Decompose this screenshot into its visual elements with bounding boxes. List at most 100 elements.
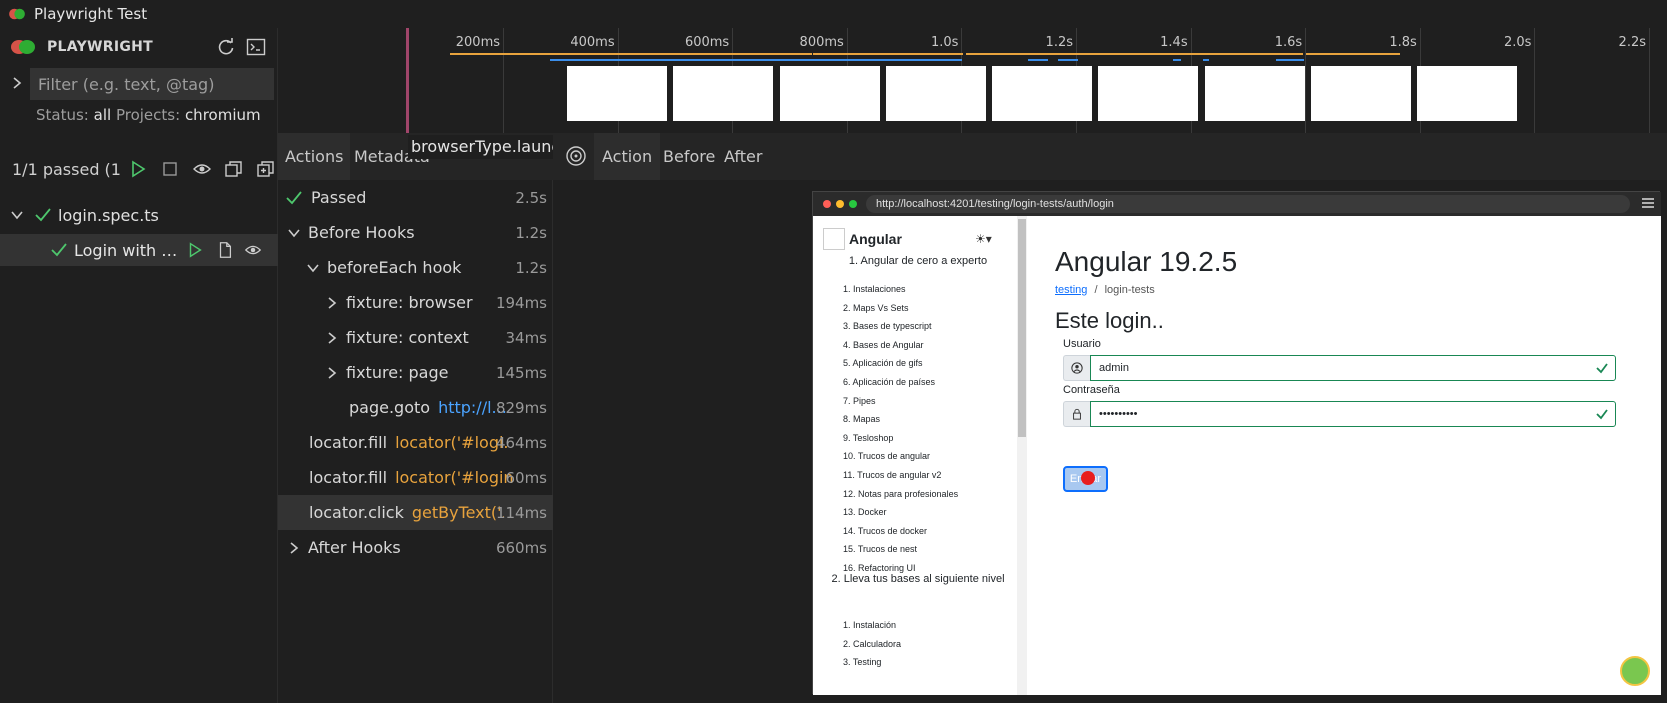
reload-icon[interactable] bbox=[216, 37, 236, 57]
theme-toggle[interactable]: ☀▾ bbox=[975, 232, 992, 246]
sidebar-section[interactable]: 2. Lleva tus bases al siguiente nivel bbox=[828, 572, 1008, 587]
timeline-tick bbox=[1534, 28, 1536, 133]
sidebar-nav-item[interactable]: 1. Instalación bbox=[843, 620, 896, 630]
sidebar-nav-item[interactable]: 8. Mapas bbox=[843, 414, 880, 424]
timeline-tick-label: 1.8s bbox=[1389, 35, 1417, 50]
watch-icon[interactable] bbox=[192, 159, 212, 179]
sidebar-nav-item[interactable]: 6. Aplicación de países bbox=[843, 377, 935, 387]
sidebar-nav-item[interactable]: 2. Maps Vs Sets bbox=[843, 303, 909, 313]
timeline-screenshot[interactable] bbox=[886, 66, 986, 121]
brand-image bbox=[823, 228, 845, 250]
chevron-down-icon[interactable] bbox=[287, 226, 301, 240]
tab-action[interactable]: Action bbox=[594, 133, 661, 180]
sidebar-nav-item[interactable]: 11. Trucos de angular v2 bbox=[843, 470, 941, 480]
sidebar-nav-item[interactable]: 2. Calculadora bbox=[843, 639, 901, 649]
timeline-screenshot[interactable] bbox=[992, 66, 1092, 121]
sidebar-nav-item[interactable]: 14. Trucos de docker bbox=[843, 526, 927, 536]
sidebar-nav-item[interactable]: 7. Pipes bbox=[843, 396, 876, 406]
stop-icon[interactable] bbox=[160, 159, 180, 179]
sidebar-nav-item[interactable]: 12. Notas para profesionales bbox=[843, 489, 958, 499]
filter-input[interactable] bbox=[30, 68, 274, 100]
action-row-click[interactable]: locator.click getByText('... 114ms bbox=[278, 495, 553, 530]
timeline-tick-label: 200ms bbox=[455, 35, 500, 50]
chevron-right-icon[interactable] bbox=[10, 76, 24, 90]
breadcrumb-link[interactable]: testing bbox=[1055, 284, 1087, 296]
action-row-passed[interactable]: Passed 2.5s bbox=[278, 180, 553, 215]
action-row-before-hooks[interactable]: Before Hooks 1.2s bbox=[278, 215, 553, 250]
tab-after[interactable]: After bbox=[716, 133, 770, 180]
test-file-item[interactable]: login.spec.ts bbox=[0, 200, 278, 230]
collapse-all-icon[interactable] bbox=[224, 159, 244, 179]
username-value: admin bbox=[1099, 362, 1129, 374]
timeline-screenshot[interactable] bbox=[1205, 66, 1305, 121]
test-case-label: Login with cr... bbox=[74, 240, 178, 260]
valid-check-icon bbox=[1596, 409, 1608, 420]
status-filter-summary[interactable]: Status: all Projects: chromium bbox=[36, 106, 261, 124]
chevron-down-icon[interactable] bbox=[306, 261, 320, 275]
action-duration: 660ms bbox=[495, 538, 547, 557]
tab-actions[interactable]: Actions bbox=[278, 133, 351, 180]
sidebar-scroll-thumb[interactable] bbox=[1018, 219, 1026, 437]
timeline-tick-label: 800ms bbox=[799, 35, 844, 50]
breadcrumb-separator: / bbox=[1094, 284, 1098, 296]
open-source-icon[interactable] bbox=[216, 241, 234, 259]
sidebar-nav-item[interactable]: 9. Tesloshop bbox=[843, 433, 893, 443]
breadcrumb-current: login-tests bbox=[1104, 284, 1155, 296]
action-row-fixture-browser[interactable]: fixture: browser 194ms bbox=[278, 285, 553, 320]
action-row-fixture-context[interactable]: fixture: context 34ms bbox=[278, 320, 553, 355]
action-row-after-hooks[interactable]: After Hooks 660ms bbox=[278, 530, 553, 565]
watch-test-icon[interactable] bbox=[244, 241, 262, 259]
chevron-right-icon[interactable] bbox=[325, 366, 339, 380]
brand-label: PLAYWRIGHT bbox=[47, 39, 154, 55]
minimize-dot bbox=[836, 200, 844, 208]
timeline-bar bbox=[813, 53, 963, 55]
sidebar-nav-item[interactable]: 10. Trucos de angular bbox=[843, 451, 930, 461]
action-row-fill-2[interactable]: locator.fill locator('#login... 60ms bbox=[278, 460, 553, 495]
sidebar-nav-item[interactable]: 3. Bases de typescript bbox=[843, 321, 932, 331]
menu-icon[interactable] bbox=[1641, 196, 1655, 210]
sidebar-nav-item[interactable]: 13. Docker bbox=[843, 507, 887, 517]
sidebar-section[interactable]: 1. Angular de cero a experto bbox=[823, 254, 1013, 269]
pick-locator-icon[interactable] bbox=[565, 145, 587, 167]
action-duration: 829ms bbox=[495, 398, 547, 417]
timeline-screenshot[interactable] bbox=[1417, 66, 1517, 121]
test-case-item[interactable]: Login with cr... bbox=[0, 234, 278, 266]
timeline-screenshot[interactable] bbox=[780, 66, 880, 121]
address-bar[interactable]: http://localhost:4201/testing/login-test… bbox=[866, 195, 1630, 213]
action-name: fixture: browser bbox=[346, 293, 473, 312]
sidebar-nav-item[interactable]: 1. Instalaciones bbox=[843, 284, 906, 294]
action-duration: 194ms bbox=[495, 293, 547, 312]
timeline-screenshot[interactable] bbox=[1098, 66, 1198, 121]
extension-avatar-icon[interactable] bbox=[1620, 656, 1650, 686]
chevron-right-icon[interactable] bbox=[325, 296, 339, 310]
sidebar-nav-item[interactable]: 15. Trucos de nest bbox=[843, 544, 917, 554]
sidebar-nav-item[interactable]: 3. Testing bbox=[843, 657, 881, 667]
action-row-before-each[interactable]: beforeEach hook 1.2s bbox=[278, 250, 553, 285]
terminal-icon[interactable] bbox=[246, 37, 266, 57]
username-input[interactable]: admin bbox=[1090, 355, 1616, 381]
sidebar-nav-item[interactable]: 5. Aplicación de gifs bbox=[843, 358, 923, 368]
test-file-label: login.spec.ts bbox=[58, 205, 159, 225]
password-value: •••••••••• bbox=[1099, 408, 1138, 420]
app-brand[interactable]: Angular bbox=[823, 228, 902, 250]
timeline-screenshot[interactable] bbox=[673, 66, 773, 121]
timeline[interactable]: 200ms 400ms 600ms 800ms 1.0s 1.2s 1.4s 1.6s 1.8s… bbox=[278, 28, 1667, 133]
chevron-down-icon[interactable] bbox=[10, 208, 24, 222]
password-input[interactable]: •••••••••• bbox=[1090, 401, 1616, 427]
timeline-screenshot[interactable] bbox=[567, 66, 667, 121]
chevron-right-icon[interactable] bbox=[287, 541, 301, 555]
action-row-fill-1[interactable]: locator.fill locator('#logi... 464ms bbox=[278, 425, 553, 460]
timeline-screenshot[interactable] bbox=[1311, 66, 1411, 121]
run-test-icon[interactable] bbox=[186, 241, 204, 259]
action-arg: locator('#login... bbox=[395, 468, 515, 487]
expand-all-icon[interactable] bbox=[256, 159, 276, 179]
action-row-page-goto[interactable]: page.goto http://l... 829ms bbox=[278, 390, 553, 425]
run-all-icon[interactable] bbox=[128, 159, 148, 179]
page-title: Angular 19.2.5 bbox=[1055, 246, 1238, 277]
tab-before[interactable]: Before bbox=[655, 133, 723, 180]
projects-value: chromium bbox=[184, 106, 261, 124]
sidebar-nav-item[interactable]: 4. Bases de Angular bbox=[843, 340, 924, 350]
playwright-logo-icon bbox=[11, 40, 35, 54]
action-row-fixture-page[interactable]: fixture: page 145ms bbox=[278, 355, 553, 390]
chevron-right-icon[interactable] bbox=[325, 331, 339, 345]
